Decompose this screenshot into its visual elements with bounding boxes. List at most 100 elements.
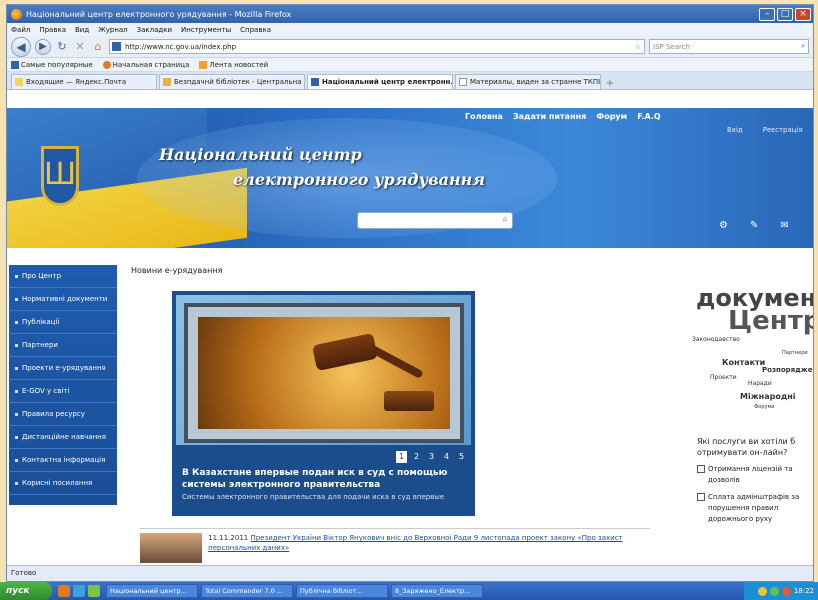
task-document[interactable]: 8_Заряжено_Електр... <box>391 584 483 598</box>
minimize-button[interactable]: – <box>759 7 775 21</box>
tab-egov-center[interactable]: Національний центр електронн...× <box>307 74 453 89</box>
new-tab-button[interactable]: + <box>603 78 617 89</box>
search-icon[interactable]: ⌕ <box>801 42 805 51</box>
url-field[interactable]: http://www.nc.gov.ua/index.php ☆ <box>109 39 645 54</box>
news-date: 11.11.2011 <box>208 534 249 542</box>
stop-icon[interactable]: ✕ <box>73 40 87 53</box>
site-header: Ш Національний центр електронного урядув… <box>7 108 813 248</box>
home-icon[interactable]: ⌂ <box>91 40 105 53</box>
nav-forum[interactable]: Форум <box>596 112 627 121</box>
menu-file[interactable]: Файл <box>11 26 30 34</box>
system-tray: 18:22 <box>744 582 818 600</box>
register-link[interactable]: Реєстрація <box>763 126 803 134</box>
library-icon <box>163 78 171 86</box>
menu-tools[interactable]: Инструменты <box>181 26 231 34</box>
explorer-icon[interactable] <box>88 585 100 597</box>
menu-bookmarks[interactable]: Закладки <box>137 26 172 34</box>
laptop-illustration <box>184 303 464 443</box>
bookmark-news-feed[interactable]: Лента новостей <box>199 60 268 69</box>
bookmark-star-icon[interactable]: ☆ <box>635 43 641 51</box>
sidebar-item-distance-learning[interactable]: Дистанційне навчання <box>9 426 117 449</box>
task-firefox[interactable]: Національний центр... <box>106 584 198 598</box>
sidebar-item-partners[interactable]: Партнери <box>9 334 117 357</box>
news-list-item[interactable]: 11.11.2011 Президент України Віктор Янук… <box>140 528 650 563</box>
tab-materials[interactable]: Материалы, виден за странне ТКПІІ <box>455 74 601 89</box>
print-icon[interactable]: ✎ <box>750 220 758 231</box>
header-tools: ⚙ ✎ ✉ <box>719 220 789 231</box>
tab-library[interactable]: Безпдачнй бібліотек - Центральна ... <box>159 74 305 89</box>
reload-icon[interactable]: ↻ <box>55 40 69 53</box>
sidebar-item-normative-docs[interactable]: Нормативні документи <box>9 288 117 311</box>
sidebar-item-about[interactable]: Про Центр <box>9 265 117 288</box>
sidebar-item-publications[interactable]: Публікації <box>9 311 117 334</box>
tag-international[interactable]: Міжнародні <box>740 392 796 401</box>
site-icon <box>311 78 319 86</box>
slider-page-5[interactable]: 5 <box>456 451 467 463</box>
tray-icon[interactable] <box>781 586 791 596</box>
poll-option[interactable]: Отримання ліцензій та дозволів <box>697 464 812 486</box>
sidebar-item-projects[interactable]: Проекти е-урядування <box>9 357 117 380</box>
nav-faq[interactable]: F.A.Q <box>637 112 661 121</box>
tab-yandex-mail[interactable]: Входящие — Яндекс.Почта <box>11 74 157 89</box>
news-thumbnail[interactable] <box>140 533 203 563</box>
firefox-launch-icon[interactable] <box>58 585 70 597</box>
browser-window: Національний центр електронного урядуван… <box>6 4 814 582</box>
news-slider[interactable]: 1 2 3 4 5 В Казахстане впервые подан иск… <box>172 291 475 516</box>
nav-ask-question[interactable]: Задати питання <box>513 112 586 121</box>
slider-page-3[interactable]: 3 <box>426 451 437 463</box>
tag-orders[interactable]: Розпорядження <box>762 366 813 374</box>
sidebar-item-links[interactable]: Корисні посилання <box>9 472 117 495</box>
tray-icon[interactable] <box>769 586 779 596</box>
menu-view[interactable]: Вид <box>75 26 89 34</box>
task-library[interactable]: Публічна бібліот... <box>296 584 388 598</box>
poll-checkbox[interactable] <box>697 465 705 473</box>
tag-partners[interactable]: Партнери <box>782 350 808 356</box>
slide-headline[interactable]: В Казахстане впервые подан иск в суд с п… <box>182 467 472 491</box>
window-title: Національний центр електронного урядуван… <box>26 9 292 19</box>
tag-forums[interactable]: Форуми <box>754 404 775 410</box>
mail-icon[interactable]: ✉ <box>780 220 788 231</box>
poll-option[interactable]: Сплата адмінштрафів за порушення правил … <box>697 492 812 525</box>
tag-cloud: докумен Центр Законодавство Контакти Роз… <box>692 284 813 414</box>
slider-page-2[interactable]: 2 <box>411 451 422 463</box>
back-button[interactable]: ◀ <box>11 36 31 57</box>
poll-checkbox[interactable] <box>697 493 705 501</box>
news-link[interactable]: Президент України Віктор Янукович вніс д… <box>208 534 623 552</box>
tag-legislation[interactable]: Законодавство <box>692 336 740 343</box>
start-button[interactable]: пуск <box>0 582 52 600</box>
maximize-button[interactable]: □ <box>777 7 793 21</box>
login-link[interactable]: Вхід <box>727 126 743 134</box>
settings-icon[interactable]: ⚙ <box>719 220 728 231</box>
bookmark-most-visited[interactable]: Самые популярные <box>11 60 93 69</box>
forward-button[interactable]: ▶ <box>35 38 51 55</box>
sidebar-item-contacts[interactable]: Контактна інформація <box>9 449 117 472</box>
tab-bar: Входящие — Яндекс.Почта Безпдачнй бібліо… <box>7 72 813 90</box>
desktop-border-right <box>814 0 818 600</box>
tag-center[interactable]: Центр <box>728 306 813 336</box>
task-total-commander[interactable]: Total Commander 7.0 ... <box>201 584 293 598</box>
close-button[interactable]: × <box>795 7 811 21</box>
tag-projects[interactable]: Проекти <box>710 374 737 381</box>
search-placeholder: ISP Search <box>653 42 691 51</box>
tag-meetings[interactable]: Наради <box>748 380 772 387</box>
menu-history[interactable]: Журнал <box>98 26 127 34</box>
nav-home[interactable]: Головна <box>465 112 503 121</box>
desktop-icon[interactable] <box>73 585 85 597</box>
news-item-text: 11.11.2011 Президент України Віктор Янук… <box>208 533 650 562</box>
slider-page-1[interactable]: 1 <box>396 451 407 463</box>
tray-icon[interactable] <box>757 586 767 596</box>
menu-help[interactable]: Справка <box>240 26 271 34</box>
auth-links: Вхід Реєстрація <box>727 126 803 134</box>
search-icon[interactable]: ⌕ <box>502 214 508 225</box>
sidebar-menu: Про Центр Нормативні документи Публікаці… <box>9 265 117 505</box>
folder-icon <box>11 60 19 69</box>
slide-image[interactable] <box>176 295 471 445</box>
menu-edit[interactable]: Правка <box>39 26 66 34</box>
bookmark-start-page[interactable]: Начальная страница <box>102 60 189 69</box>
tag-contacts[interactable]: Контакти <box>722 358 765 367</box>
sidebar-item-rules[interactable]: Правила ресурсу <box>9 403 117 426</box>
browser-search-input[interactable]: ISP Search ⌕ <box>649 39 809 54</box>
site-search-input[interactable]: ⌕ <box>357 212 513 229</box>
sidebar-item-egov-world[interactable]: E-GOV у світі <box>9 380 117 403</box>
slider-page-4[interactable]: 4 <box>441 451 452 463</box>
